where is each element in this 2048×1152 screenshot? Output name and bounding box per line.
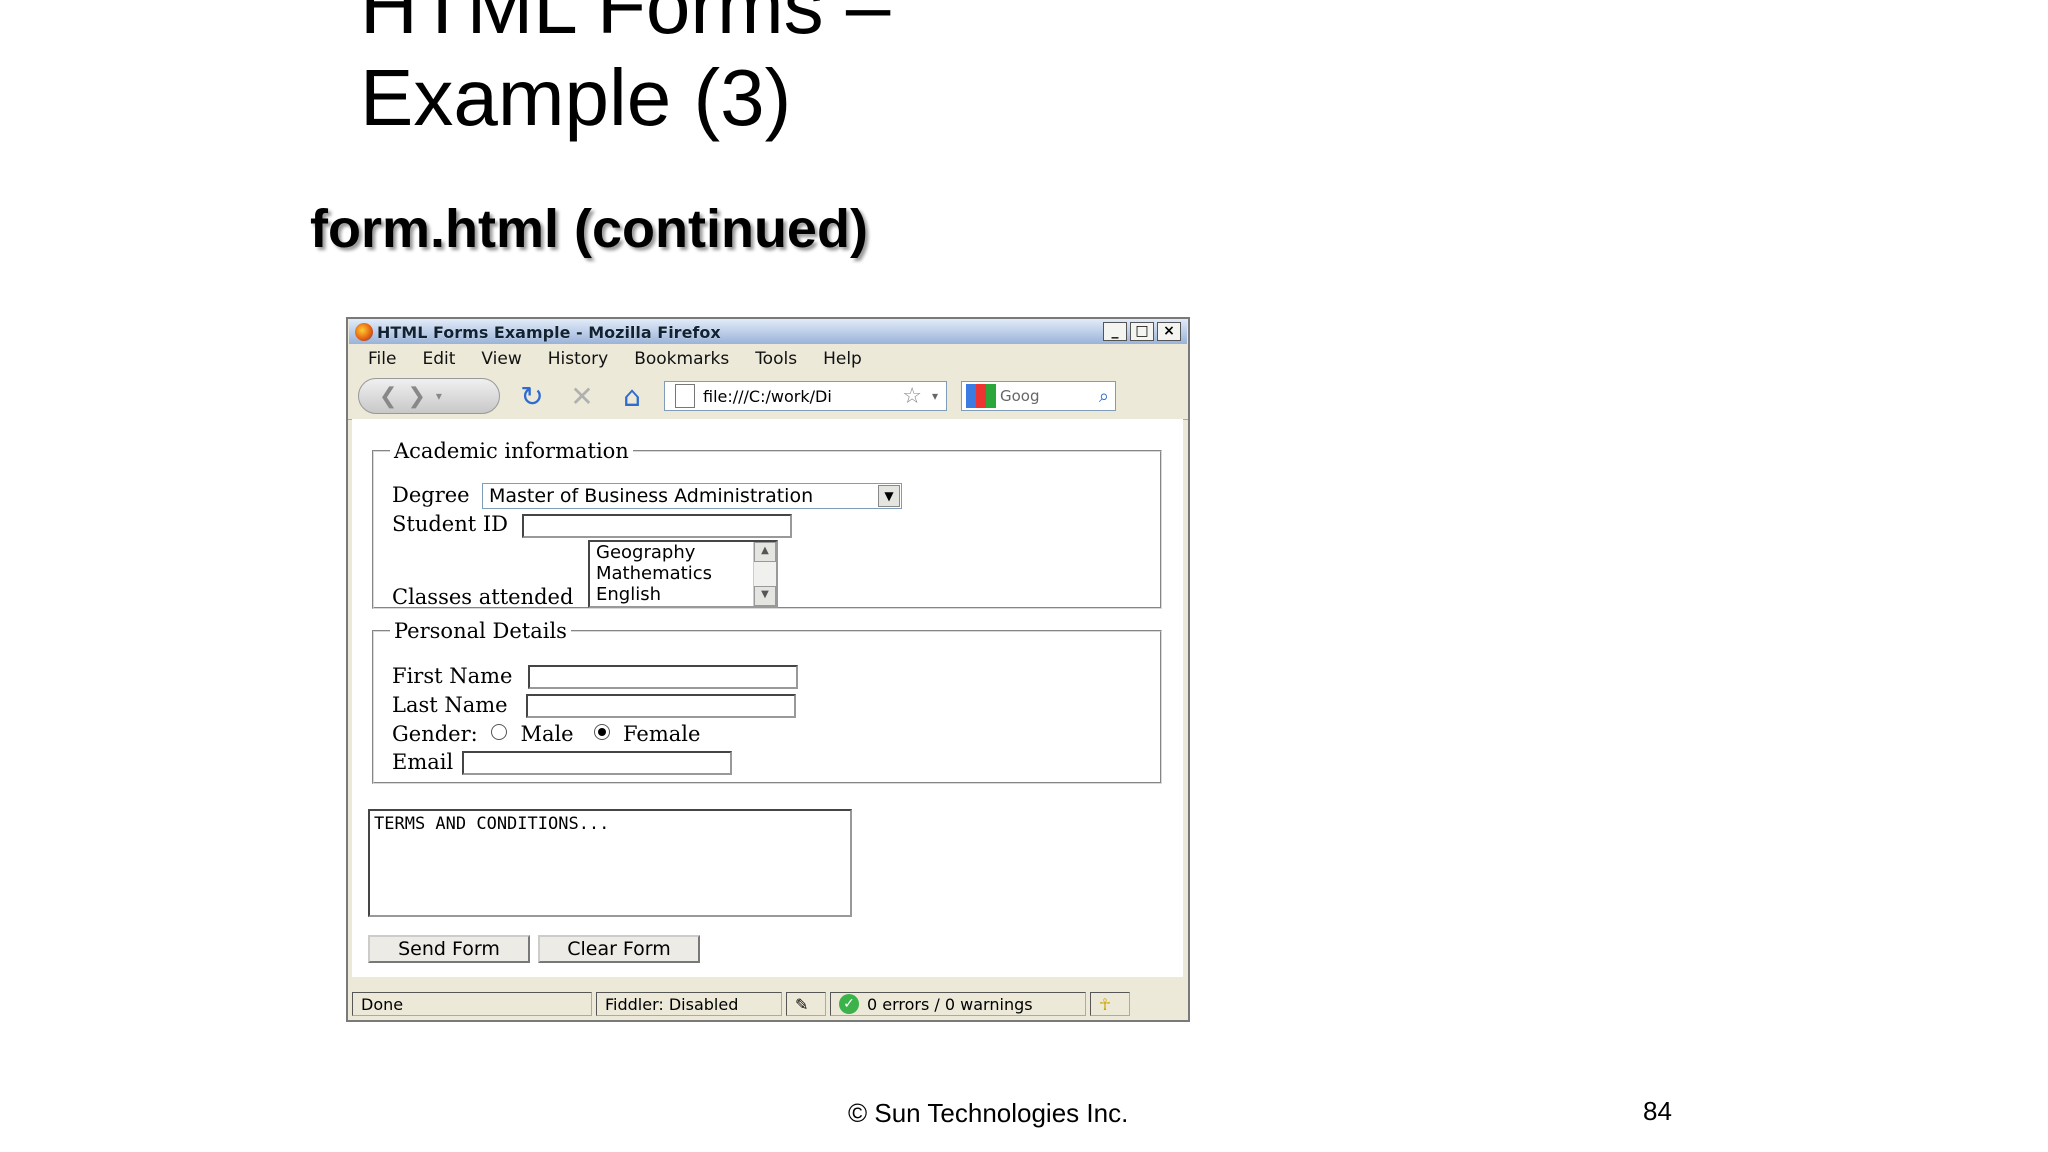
send-form-button[interactable]: Send Form [368,935,530,963]
student-id-input[interactable] [522,514,792,538]
list-item[interactable]: Geography [596,542,776,563]
degree-select[interactable]: Master of Business Administration ▼ [482,483,902,509]
minimize-button[interactable]: _ [1103,322,1127,341]
addon-icon[interactable]: ☥ [1090,992,1130,1016]
status-done: Done [352,992,592,1016]
validation-text: 0 errors / 0 warnings [867,994,1033,1014]
footer-copyright: © Sun Technologies Inc. [848,1098,1129,1128]
window-title: HTML Forms Example - Mozilla Firefox [377,322,721,342]
window-controls: _ □ × [1103,322,1181,341]
google-icon[interactable] [966,384,996,408]
page-icon [675,384,695,408]
menu-bar: File Edit View History Bookmarks Tools H… [348,345,1188,373]
status-fiddler[interactable]: Fiddler: Disabled [596,992,782,1016]
address-bar[interactable]: file:///C:/work/Di ☆ ▾ [664,381,947,411]
first-name-label: First Name [392,664,513,688]
back-forward-buttons[interactable]: ❮ ❯ ▾ [358,378,500,414]
student-id-label: Student ID [392,512,508,536]
first-name-input[interactable] [528,665,798,689]
clear-form-button[interactable]: Clear Form [538,935,700,963]
gender-female-label[interactable]: Female [623,722,700,746]
personal-fieldset: Personal Details First Name Last Name Ge… [372,619,1162,784]
menu-edit[interactable]: Edit [422,349,455,369]
menu-history[interactable]: History [548,349,608,369]
email-label: Email [392,750,454,774]
personal-legend: Personal Details [394,619,567,643]
maximize-button[interactable]: □ [1130,322,1154,341]
bookmark-star-icon[interactable]: ☆ [902,384,922,409]
forward-arrow-icon[interactable]: ❯ [407,384,425,409]
slide-title: HTML Forms – Example (3) [360,0,890,144]
classes-listbox[interactable]: Geography Mathematics English ▲ ▼ [588,540,778,608]
scroll-up-icon[interactable]: ▲ [754,542,776,562]
page-content: Academic information Degree Master of Bu… [352,419,1183,977]
list-item[interactable]: Mathematics [596,563,776,584]
gender-female-radio[interactable] [593,723,610,740]
menu-help[interactable]: Help [823,349,862,369]
check-icon: ✓ [839,994,859,1014]
page-number: 84 [1643,1096,1672,1126]
chevron-down-icon[interactable]: ▼ [878,485,900,507]
gender-label: Gender: [392,722,478,746]
terms-textarea[interactable]: TERMS AND CONDITIONS... [368,809,852,917]
history-dropdown-icon[interactable]: ▾ [436,389,442,403]
slide-subtitle: form.html (continued) [310,199,868,259]
search-icon[interactable]: ⌕ [1099,386,1109,407]
search-bar[interactable]: Goog ⌕ [961,381,1116,411]
academic-fieldset: Academic information Degree Master of Bu… [372,439,1162,609]
classes-label: Classes attended [392,585,574,609]
reload-icon[interactable]: ↻ [514,378,550,414]
slide-title-line2: Example (3) [360,53,792,142]
menu-file[interactable]: File [368,349,396,369]
menu-view[interactable]: View [481,349,521,369]
degree-label: Degree [392,483,470,507]
menu-bookmarks[interactable]: Bookmarks [634,349,729,369]
degree-select-value: Master of Business Administration [489,485,814,507]
listbox-scrollbar[interactable]: ▲ ▼ [753,542,776,606]
gender-male-label[interactable]: Male [520,722,573,746]
slide-title-line1: HTML Forms – [360,0,891,50]
nav-toolbar: ❮ ❯ ▾ ↻ ✕ ⌂ file:///C:/work/Di ☆ ▾ Goog … [348,373,1188,420]
back-arrow-icon[interactable]: ❮ [379,384,397,409]
scroll-down-icon[interactable]: ▼ [754,586,776,606]
validation-status[interactable]: ✓ 0 errors / 0 warnings [830,992,1086,1016]
email-input[interactable] [462,751,732,775]
home-icon[interactable]: ⌂ [614,378,650,414]
firefox-icon [355,323,373,341]
stop-icon[interactable]: ✕ [564,378,600,414]
plugin-icon[interactable]: ✎ [786,992,826,1016]
last-name-input[interactable] [526,694,796,718]
address-text[interactable]: file:///C:/work/Di [703,387,902,406]
close-button[interactable]: × [1157,322,1181,341]
search-text[interactable]: Goog [1000,387,1040,405]
menu-tools[interactable]: Tools [755,349,797,369]
address-dropdown-icon[interactable]: ▾ [932,389,938,403]
last-name-label: Last Name [392,693,508,717]
gender-male-radio[interactable] [491,723,508,740]
academic-legend: Academic information [394,439,629,463]
list-item[interactable]: English [596,584,776,605]
browser-window: HTML Forms Example - Mozilla Firefox _ □… [346,317,1190,1022]
window-titlebar[interactable]: HTML Forms Example - Mozilla Firefox _ □… [349,320,1187,344]
status-bar: Done Fiddler: Disabled ✎ ✓ 0 errors / 0 … [352,990,1182,1018]
gender-row: Gender: Male Female [392,722,700,746]
